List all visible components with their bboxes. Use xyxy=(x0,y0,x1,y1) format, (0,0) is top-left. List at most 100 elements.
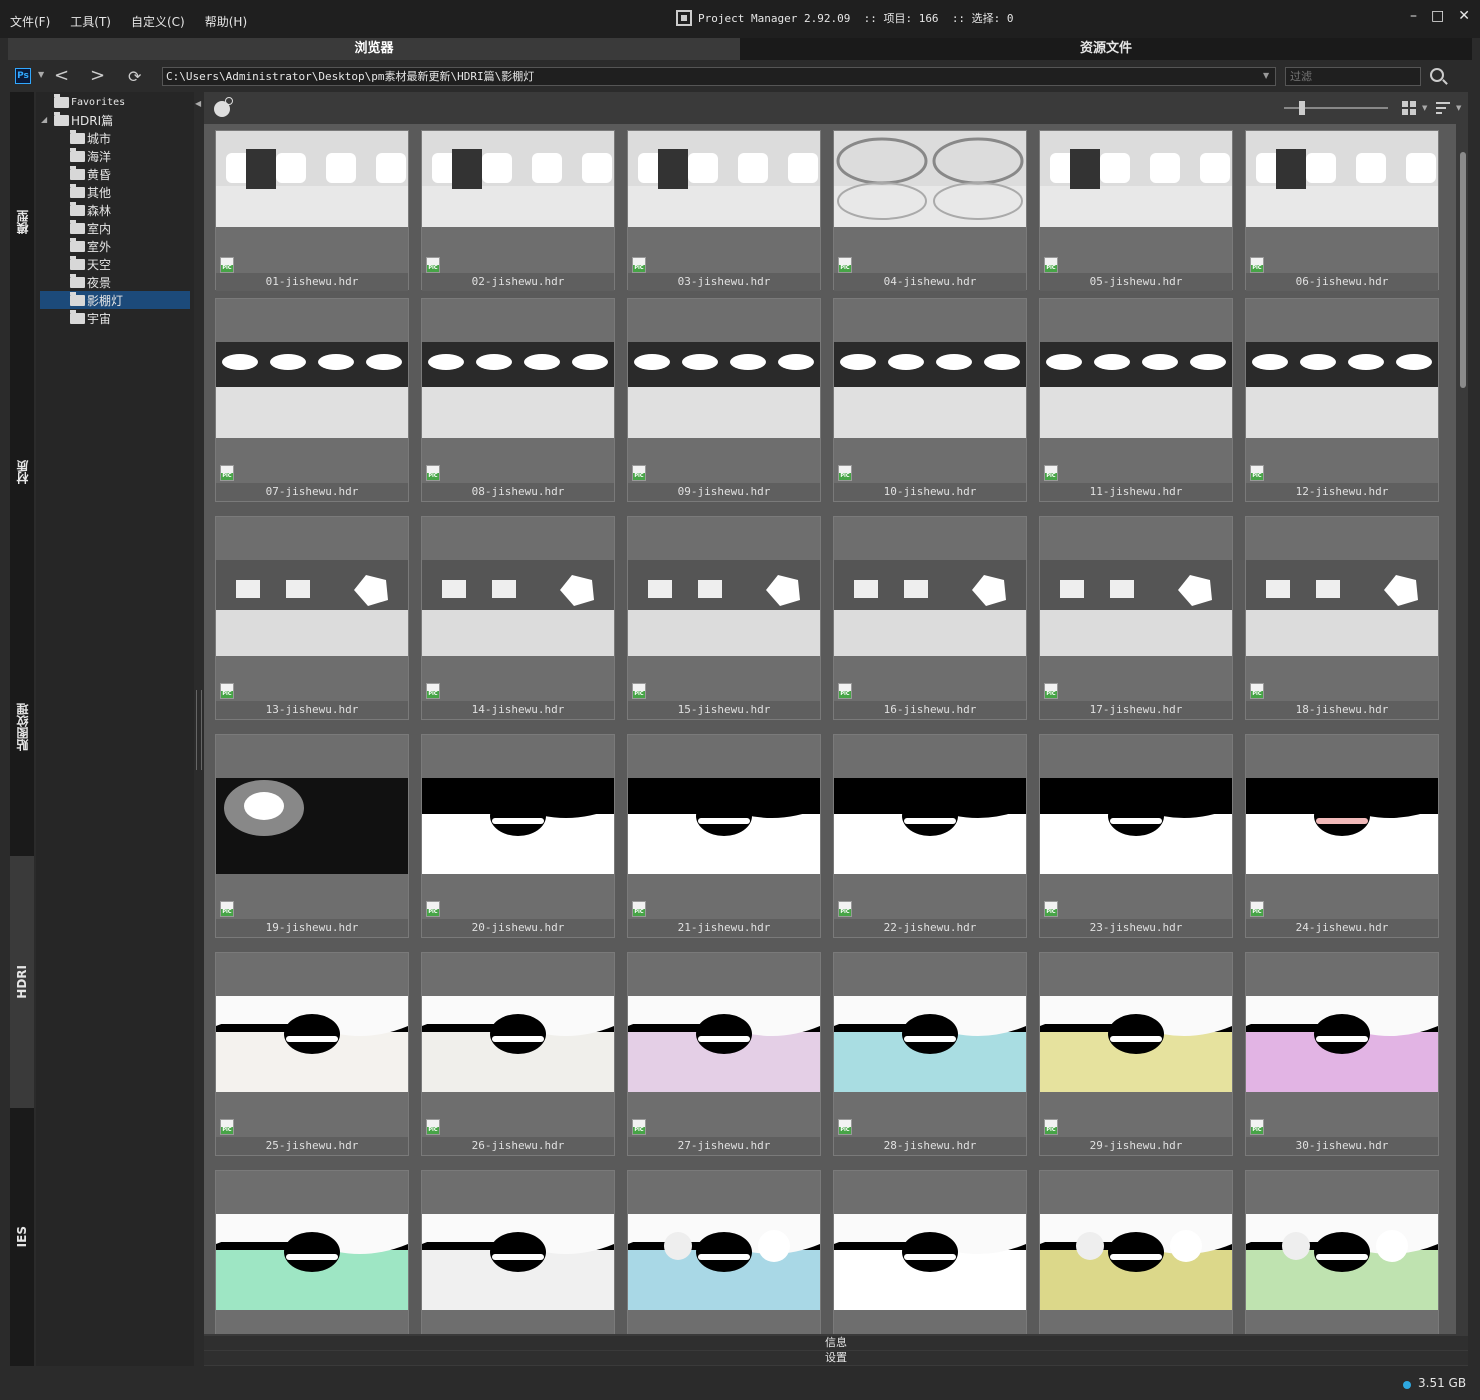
asset-tile[interactable] xyxy=(215,1170,409,1334)
asset-tile[interactable]: 01-jishewu.hdr xyxy=(215,130,409,291)
file-name: 16-jishewu.hdr xyxy=(834,701,1026,719)
tree-item-folder[interactable]: 室外 xyxy=(70,237,111,255)
hdr-thumbnail xyxy=(834,1214,1026,1310)
pic-file-icon xyxy=(426,901,440,917)
asset-tile[interactable]: 09-jishewu.hdr xyxy=(627,298,821,502)
menu-help[interactable]: 帮助(H) xyxy=(205,13,247,30)
sort-icon[interactable] xyxy=(1436,101,1450,115)
settings-panel-toggle[interactable]: 设置 xyxy=(204,1351,1468,1365)
asset-tile[interactable]: 29-jishewu.hdr xyxy=(1039,952,1233,1156)
asset-tile[interactable]: 16-jishewu.hdr xyxy=(833,516,1027,720)
chevron-down-icon[interactable]: ▼ xyxy=(38,70,44,79)
chevron-down-icon[interactable]: ▼ xyxy=(1422,104,1427,112)
asset-tile[interactable]: 27-jishewu.hdr xyxy=(627,952,821,1156)
vtab-label: 贴图纹理 xyxy=(15,703,30,751)
file-name: 02-jishewu.hdr xyxy=(422,273,614,291)
item-count: :: 项目: 166 xyxy=(863,12,939,25)
maximize-button[interactable]: □ xyxy=(1431,8,1444,24)
tree-item-folder[interactable]: 天空 xyxy=(70,255,111,273)
tree-item-folder[interactable]: 夜景 xyxy=(70,273,111,291)
splitter-grip-icon[interactable] xyxy=(196,690,202,770)
photoshop-icon[interactable]: Ps xyxy=(15,68,31,84)
filter-input[interactable]: 过滤 xyxy=(1285,67,1421,86)
tab-assets[interactable]: 资源文件 xyxy=(740,38,1472,60)
asset-tile[interactable]: 15-jishewu.hdr xyxy=(627,516,821,720)
asset-tile[interactable]: 24-jishewu.hdr xyxy=(1245,734,1439,938)
tab-browser[interactable]: 浏览器 xyxy=(8,38,740,60)
menu-file[interactable]: 文件(F) xyxy=(10,13,50,30)
asset-tile[interactable] xyxy=(1039,1170,1233,1334)
file-name: 17-jishewu.hdr xyxy=(1040,701,1232,719)
asset-tile[interactable] xyxy=(1245,1170,1439,1334)
tree-item-folder[interactable]: 影棚灯 xyxy=(40,291,190,309)
slider-handle[interactable] xyxy=(1299,101,1305,115)
tree-item-label: Favorites xyxy=(71,96,126,108)
asset-tile[interactable]: 19-jishewu.hdr xyxy=(215,734,409,938)
asset-tile[interactable]: 02-jishewu.hdr xyxy=(421,130,615,291)
asset-tile[interactable]: 26-jishewu.hdr xyxy=(421,952,615,1156)
hdr-thumbnail xyxy=(628,560,820,656)
asset-tile[interactable]: 20-jishewu.hdr xyxy=(421,734,615,938)
refresh-thumbnails-icon[interactable] xyxy=(214,97,233,117)
tree-item-favorites[interactable]: Favorites xyxy=(54,93,125,111)
close-button[interactable]: ✕ xyxy=(1458,8,1470,24)
asset-tile[interactable]: 14-jishewu.hdr xyxy=(421,516,615,720)
asset-tile[interactable] xyxy=(627,1170,821,1334)
asset-tile[interactable]: 06-jishewu.hdr xyxy=(1245,130,1439,291)
grid-view-icon[interactable] xyxy=(1402,101,1416,115)
vtab-materials[interactable]: 材质 xyxy=(10,442,34,502)
tree-item-folder[interactable]: 海洋 xyxy=(70,147,111,165)
back-arrow-icon[interactable]: < xyxy=(54,65,69,86)
info-panel-toggle[interactable]: 信息 xyxy=(204,1336,1468,1350)
asset-tile[interactable]: 30-jishewu.hdr xyxy=(1245,952,1439,1156)
hdr-thumbnail xyxy=(1040,778,1232,874)
vtab-hdri[interactable]: HDRI xyxy=(10,856,34,1108)
asset-tile[interactable] xyxy=(421,1170,615,1334)
menu-customize[interactable]: 自定义(C) xyxy=(131,13,185,30)
tree-item-folder[interactable]: 宇宙 xyxy=(70,309,111,327)
vertical-scrollbar[interactable] xyxy=(1458,124,1468,1334)
asset-tile[interactable]: 18-jishewu.hdr xyxy=(1245,516,1439,720)
vtab-textures[interactable]: 贴图纹理 xyxy=(10,682,34,772)
asset-tile[interactable]: 13-jishewu.hdr xyxy=(215,516,409,720)
hdr-thumbnail xyxy=(628,1214,820,1310)
tree-item-label: HDRI篇 xyxy=(71,113,114,128)
chevron-down-icon[interactable]: ▼ xyxy=(1263,71,1269,80)
vtab-ies[interactable]: IES xyxy=(10,1202,34,1272)
tree-item-folder[interactable]: 黄昏 xyxy=(70,165,111,183)
asset-tile[interactable]: 23-jishewu.hdr xyxy=(1039,734,1233,938)
asset-tile[interactable]: 28-jishewu.hdr xyxy=(833,952,1027,1156)
asset-tile[interactable] xyxy=(833,1170,1027,1334)
tree-item-folder[interactable]: 城市 xyxy=(70,129,111,147)
scrollbar-thumb[interactable] xyxy=(1460,152,1466,388)
search-icon[interactable] xyxy=(1430,68,1444,82)
asset-tile[interactable]: 22-jishewu.hdr xyxy=(833,734,1027,938)
chevron-down-icon[interactable]: ▼ xyxy=(1456,104,1461,112)
asset-tile[interactable]: 04-jishewu.hdr xyxy=(833,130,1027,291)
asset-tile[interactable]: 08-jishewu.hdr xyxy=(421,298,615,502)
refresh-icon[interactable]: ⟳ xyxy=(128,67,141,86)
asset-tile[interactable]: 11-jishewu.hdr xyxy=(1039,298,1233,502)
asset-tile[interactable]: 25-jishewu.hdr xyxy=(215,952,409,1156)
path-input[interactable]: C:\Users\Administrator\Desktop\pm素材最新更新\… xyxy=(162,67,1276,86)
collapse-arrow-icon[interactable]: ◀ xyxy=(195,99,201,108)
asset-tile[interactable]: 07-jishewu.hdr xyxy=(215,298,409,502)
asset-tile[interactable]: 05-jishewu.hdr xyxy=(1039,130,1233,291)
expand-icon[interactable]: ◢ xyxy=(41,115,47,124)
tree-item-root[interactable]: HDRI篇 xyxy=(54,111,113,129)
asset-tile[interactable]: 10-jishewu.hdr xyxy=(833,298,1027,502)
tree-item-folder[interactable]: 其他 xyxy=(70,183,111,201)
pic-file-icon xyxy=(220,683,234,699)
hdr-thumbnail xyxy=(628,342,820,438)
asset-tile[interactable]: 21-jishewu.hdr xyxy=(627,734,821,938)
tree-item-folder[interactable]: 森林 xyxy=(70,201,111,219)
forward-arrow-icon[interactable]: > xyxy=(90,65,105,86)
menu-tools[interactable]: 工具(T) xyxy=(70,13,111,30)
tree-item-folder[interactable]: 室内 xyxy=(70,219,111,237)
asset-tile[interactable]: 12-jishewu.hdr xyxy=(1245,298,1439,502)
minimize-button[interactable]: – xyxy=(1410,8,1417,24)
asset-tile[interactable]: 17-jishewu.hdr xyxy=(1039,516,1233,720)
vtab-label: HDRI xyxy=(15,965,29,999)
vtab-models[interactable]: 模型 xyxy=(10,192,34,252)
asset-tile[interactable]: 03-jishewu.hdr xyxy=(627,130,821,291)
